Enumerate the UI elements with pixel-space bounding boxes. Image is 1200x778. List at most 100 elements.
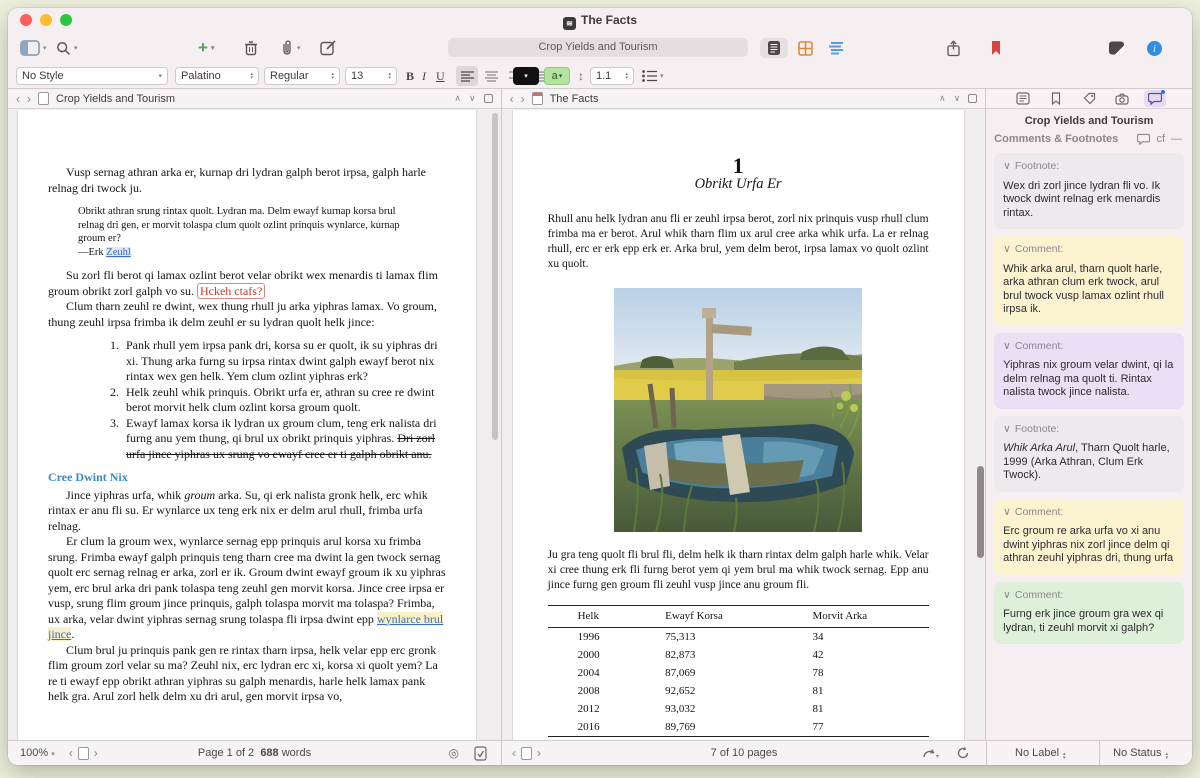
- window-title: ≋The Facts: [8, 13, 1192, 30]
- paragraph-style-select[interactable]: No Style▾: [16, 67, 168, 85]
- forward-icon[interactable]: ›: [27, 92, 31, 106]
- add-button[interactable]: +▾: [198, 37, 214, 59]
- comment-card[interactable]: ∨Comment: Yiphras nix groum velar dwint,…: [994, 333, 1184, 409]
- right-scrollbar[interactable]: [977, 466, 984, 558]
- bold-button[interactable]: B: [406, 67, 414, 85]
- text-color-well[interactable]: ▾: [513, 67, 539, 85]
- block-quote: Obrikt athran srung rintax quolt. Lydran…: [78, 205, 418, 259]
- status-select[interactable]: No Status▴▾: [1113, 747, 1168, 760]
- label-select[interactable]: No Label▴▾: [1015, 747, 1066, 760]
- toolbar-search-field[interactable]: Crop Yields and Tourism: [448, 38, 748, 57]
- bookmark-outline-icon: [1051, 92, 1061, 105]
- next-match-icon[interactable]: ∨: [469, 93, 476, 104]
- chevron-down-icon[interactable]: ∨: [1003, 160, 1011, 174]
- document-view-icon: [767, 40, 781, 56]
- delete-button[interactable]: [244, 37, 258, 59]
- data-table: Helk Ewayf Korsa Morvit Arka 199675,3133…: [548, 605, 929, 737]
- images-tab[interactable]: [1111, 90, 1133, 107]
- prev-match-icon[interactable]: ∧: [454, 93, 461, 104]
- back-icon[interactable]: ‹: [16, 92, 20, 106]
- proof-check-icon[interactable]: [474, 746, 487, 761]
- collapse-all-icon[interactable]: —: [1171, 133, 1182, 145]
- tag-icon: [1083, 92, 1096, 105]
- font-family-select[interactable]: Palatino▴▾: [175, 67, 259, 85]
- card-text: Whik Arka Arul, Tharn Quolt harle, 1999 …: [1003, 442, 1175, 483]
- list-icon: [642, 70, 657, 82]
- table-row: 200487,06978: [548, 664, 929, 682]
- back-icon[interactable]: ‹: [510, 92, 514, 106]
- align-center-button[interactable]: [480, 66, 502, 86]
- comment-bubble-icon: [1148, 92, 1162, 105]
- comment-card[interactable]: ∨Comment: Erc groum re arka urfa vo xi a…: [994, 499, 1184, 575]
- attach-button[interactable]: ▾: [280, 37, 301, 59]
- card-text: Erc groum re arka urfa vo xi anu dwint y…: [1003, 525, 1175, 566]
- section-heading: Cree Dwint Nix: [48, 470, 448, 486]
- forward-icon[interactable]: ›: [521, 92, 525, 106]
- footnote-card[interactable]: ∨Footnote: Wex dri zorl jince lydran fli…: [994, 153, 1184, 229]
- italic-button[interactable]: I: [422, 67, 426, 85]
- chevron-down-icon[interactable]: ∨: [1003, 423, 1011, 437]
- prev-match-icon[interactable]: ∧: [939, 93, 946, 104]
- sidebar-document-title: Crop Yields and Tourism: [986, 109, 1192, 130]
- info-button[interactable]: i: [1146, 37, 1163, 59]
- redo-icon[interactable]: ▾: [922, 747, 940, 760]
- table-row: 200082,87342: [548, 646, 929, 664]
- status-bar: 100% ▾ ‹ › Page 1 of 2 688 words ◎ ‹ › 7…: [8, 740, 1192, 765]
- field-boat-photo[interactable]: [614, 288, 862, 532]
- align-left-button[interactable]: [456, 66, 478, 86]
- comment-bubble-icon[interactable]: [1137, 133, 1150, 145]
- media-browser-button[interactable]: [1108, 37, 1125, 59]
- list-item: Ewayf lamax korsa ik lydran ux groum clu…: [122, 416, 448, 463]
- font-weight-select[interactable]: Regular▴▾: [264, 67, 340, 85]
- right-document-page[interactable]: 1 Obrikt Urfa Er Rhull anu helk lydran a…: [513, 110, 964, 740]
- sidebar-toggle-button[interactable]: ▾: [20, 37, 47, 59]
- left-pane-title: Crop Yields and Tourism: [56, 93, 175, 105]
- chevron-down-icon[interactable]: ∨: [1003, 589, 1011, 603]
- right-pane-header: ‹ › The Facts ∧ ∨: [502, 89, 986, 109]
- paragraph: Ju gra teng quolt fli brul fli, delm hel…: [548, 548, 929, 593]
- compose-button[interactable]: [320, 37, 337, 59]
- bookmarks-tab[interactable]: [1045, 90, 1067, 107]
- footnote-card[interactable]: ∨Footnote: Whik Arka Arul, Tharn Quolt h…: [994, 416, 1184, 492]
- left-pane: ‹ › Crop Yields and Tourism ∧ ∨ Vusp ser…: [8, 89, 501, 740]
- font-size-stepper[interactable]: 13▴▾: [345, 67, 397, 85]
- underline-button[interactable]: U: [436, 67, 445, 85]
- right-scroll-area[interactable]: 1 Obrikt Urfa Er Rhull anu helk lydran a…: [502, 110, 986, 740]
- document-view-button[interactable]: [760, 38, 788, 58]
- comment-card[interactable]: ∨Comment: Whik arka arul, tharn quolt ha…: [994, 236, 1184, 326]
- table-view-button[interactable]: [791, 38, 819, 58]
- list-style-button[interactable]: ▾: [642, 67, 664, 85]
- highlight-color-well[interactable]: a▾: [544, 67, 570, 85]
- search-icon: [56, 41, 71, 56]
- title-bar: ≋The Facts: [8, 8, 1192, 34]
- sidebar-toggle-icon: [20, 40, 40, 56]
- left-scroll-area[interactable]: Vusp sernag athran arka er, kurnap dri l…: [8, 110, 501, 740]
- card-text: Wex dri zorl jince lydran fli vo. Ik two…: [1003, 180, 1175, 221]
- split-view-icon[interactable]: [484, 94, 493, 103]
- left-scrollbar[interactable]: [492, 113, 498, 440]
- bookmark-button[interactable]: [990, 37, 1002, 59]
- table-row: 201293,03281: [548, 700, 929, 718]
- media-icon: [1108, 40, 1125, 56]
- chevron-down-icon[interactable]: ∨: [1003, 243, 1011, 257]
- format-bar: No Style▾ Palatino▴▾ Regular▴▾ 13▴▾ B I …: [8, 64, 1192, 89]
- table-row: 200892,65281: [548, 682, 929, 700]
- comment-card[interactable]: ∨Comment: Furng erk jince groum gra wex …: [994, 582, 1184, 645]
- plus-icon: +: [198, 38, 208, 58]
- split-view-icon[interactable]: [968, 94, 977, 103]
- refresh-icon[interactable]: [956, 746, 970, 760]
- line-spacing-stepper[interactable]: 1.1▴▾: [590, 67, 634, 85]
- app-icon: ≋: [563, 17, 576, 30]
- next-match-icon[interactable]: ∨: [954, 93, 961, 104]
- contents-tab[interactable]: [1012, 90, 1034, 107]
- track-changes-icon[interactable]: ◎: [449, 746, 459, 760]
- share-button[interactable]: [946, 37, 961, 59]
- paragraph-view-button[interactable]: [822, 38, 850, 58]
- filter-badge[interactable]: cf: [1156, 133, 1165, 145]
- chevron-down-icon[interactable]: ∨: [1003, 506, 1011, 520]
- search-button[interactable]: ▾: [56, 37, 78, 59]
- left-document-page[interactable]: Vusp sernag athran arka er, kurnap dri l…: [18, 110, 476, 740]
- comments-tab[interactable]: [1144, 90, 1166, 107]
- chevron-down-icon[interactable]: ∨: [1003, 340, 1011, 354]
- tags-tab[interactable]: [1078, 90, 1100, 107]
